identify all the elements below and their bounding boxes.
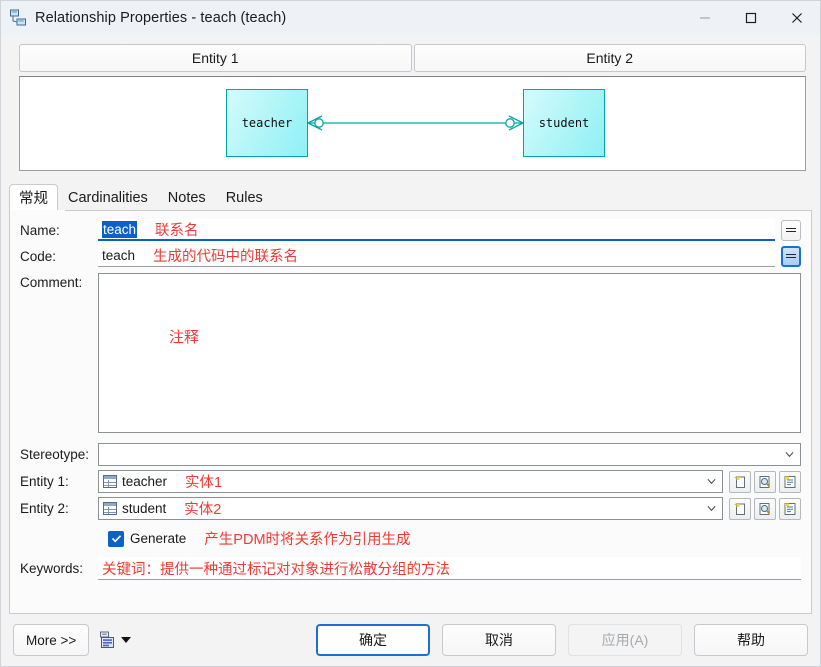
entity-1-annotation: 实体1 [185,475,223,491]
entity-1-buttons [729,470,801,493]
stereotype-combobox[interactable] [98,443,801,466]
entity-1-value: teacher [122,474,168,489]
tab-cardinalities[interactable]: Cardinalities [58,184,158,210]
close-button[interactable] [774,1,820,35]
tab-bar: 常规 Cardinalities Notes Rules [9,183,820,210]
table-icon [103,475,117,488]
properties-icon[interactable] [779,470,801,493]
entity-2-header-button[interactable]: Entity 2 [413,44,806,72]
footer-actions: 确定 取消 应用(A) 帮助 [316,624,808,656]
find-icon[interactable] [754,497,776,520]
stereotype-row: Stereotype: [20,443,801,466]
more-button-label: More >> [26,632,77,648]
diagram-entity-teacher-label: teacher [241,116,293,130]
keywords-label: Keywords: [20,561,84,576]
entity-2-value: student [122,501,167,516]
entity-1-header-button[interactable]: Entity 1 [19,44,412,72]
entity-1-combobox[interactable]: teacher 实体1 [98,470,723,493]
footer-bar: More >> 确定 取消 应用(A) 帮助 [1,614,820,666]
tab-general-label: 常规 [19,191,48,207]
report-icon [100,631,115,648]
code-row: Code: teach 生成的代码中的联系名 [20,245,801,267]
keywords-annotation: 关键词：提供一种通过标记对对象进行松散分组的方法 [102,561,450,578]
check-icon [111,535,121,543]
generate-label: Generate [130,531,187,546]
tab-notes[interactable]: Notes [158,184,216,210]
entity-2-combobox[interactable]: student 实体2 [98,497,723,520]
chevron-down-icon [707,478,716,484]
general-tab-panel: Name: teach 联系名 Code: teach 生成的代码中的联系名 C… [9,210,812,614]
code-equals-button[interactable] [781,245,801,267]
stereotype-label: Stereotype: [20,447,90,462]
diagram-entity-student[interactable]: student [523,89,605,157]
generate-annotation: 产生PDM时将关系作为引用生成 [204,532,411,548]
tab-rules-label: Rules [225,189,263,206]
diagram-connector [307,115,524,131]
comment-label: Comment: [20,275,83,290]
tab-notes-label: Notes [167,189,206,206]
table-icon [103,502,117,515]
ok-button[interactable]: 确定 [316,624,430,656]
report-menu[interactable] [99,631,132,649]
diagram-entity-student-label: student [538,116,590,130]
title-bar: Relationship Properties - teach (teach) [1,1,820,35]
name-row: Name: teach 联系名 [20,219,801,241]
entity-1-label: Entity 1: [20,474,69,489]
entity-2-row: Entity 2: student 实体2 [20,497,801,520]
entity-1-row: Entity 1: teacher 实体1 [20,470,801,493]
keywords-input[interactable]: 关键词：提供一种通过标记对对象进行松散分组的方法 [98,557,801,580]
code-input[interactable]: teach 生成的代码中的联系名 [98,245,775,267]
entity-2-header-label: Entity 2 [586,50,634,66]
keywords-row: Keywords: 关键词：提供一种通过标记对对象进行松散分组的方法 [20,557,801,580]
entity-1-header-label: Entity 1 [191,50,239,66]
cancel-button-label: 取消 [485,632,513,648]
help-button[interactable]: 帮助 [694,624,808,656]
code-annotation: 生成的代码中的联系名 [153,249,299,265]
entity-header-bar: Entity 1 Entity 2 [19,44,806,72]
more-button[interactable]: More >> [13,624,90,656]
entity-2-annotation: 实体2 [184,502,222,518]
window-title: Relationship Properties - teach (teach) [35,10,287,26]
maximize-button[interactable] [728,1,774,35]
name-input-value: teach [102,220,138,238]
entity-2-label: Entity 2: [20,501,69,516]
comment-annotation: 注释 [169,329,200,346]
tab-rules[interactable]: Rules [216,184,273,210]
relationship-icon [9,9,27,27]
code-label: Code: [20,248,57,264]
chevron-down-icon [707,505,716,511]
properties-icon[interactable] [779,497,801,520]
generate-checkbox[interactable] [108,530,124,547]
window-controls [682,1,820,35]
diagram-entity-teacher[interactable]: teacher [226,89,308,157]
apply-button: 应用(A) [568,624,682,656]
relationship-diagram-preview[interactable]: teacher student [19,76,806,171]
comment-row: Comment: 注释 [20,273,801,435]
name-annotation: 联系名 [155,222,199,239]
apply-button-label: 应用(A) [601,632,649,648]
minimize-button[interactable] [682,1,728,35]
relationship-properties-dialog: Relationship Properties - teach (teach) … [0,0,821,667]
create-icon[interactable] [729,470,751,493]
equals-icon [786,252,796,260]
name-label: Name: [20,222,60,238]
help-button-label: 帮助 [737,632,765,648]
ok-button-label: 确定 [359,632,387,648]
cancel-button[interactable]: 取消 [442,624,556,656]
name-input[interactable]: teach 联系名 [98,219,775,241]
entity-2-buttons [729,497,801,520]
name-equals-button[interactable] [781,219,801,241]
find-icon[interactable] [754,470,776,493]
generate-row: Generate 产生PDM时将关系作为引用生成 [108,528,801,549]
comment-textarea[interactable]: 注释 [98,273,801,433]
equals-icon [786,226,796,234]
tab-general[interactable]: 常规 [9,184,58,210]
chevron-down-icon [121,637,132,643]
tab-cardinalities-label: Cardinalities [68,189,148,206]
code-input-value: teach [102,248,136,263]
chevron-down-icon [785,451,794,457]
create-icon[interactable] [729,497,751,520]
